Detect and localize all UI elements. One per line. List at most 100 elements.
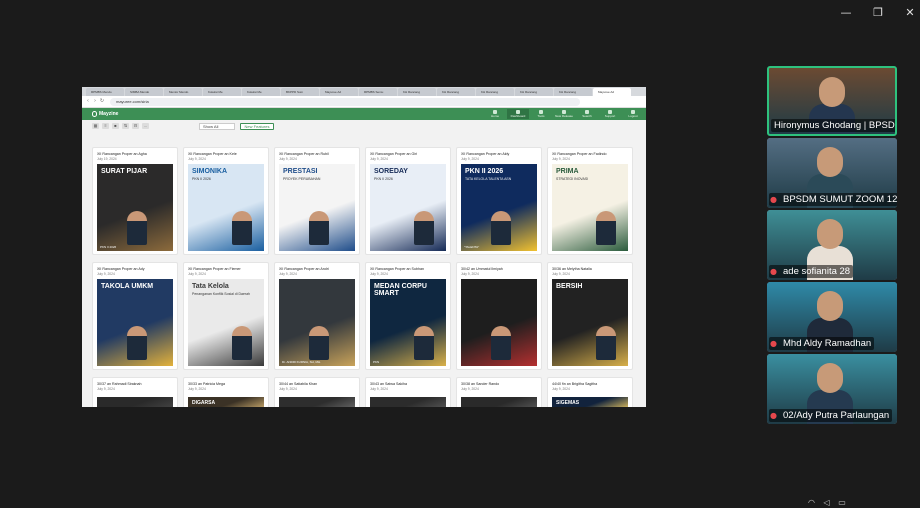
publication-card[interactable]: 44/40 fin an Brigitha Sagitha July 9, 202… — [547, 377, 633, 407]
back-icon[interactable]: ‹ — [85, 98, 91, 105]
publication-card[interactable]: XII Rancangan Proper an Ady July 9, 2024 T… — [92, 262, 178, 370]
participant-tile[interactable]: Mhd Aldy Ramadhan ● — [767, 282, 897, 352]
publication-card[interactable]: XII Rancangan Proper an Giri July 9, 2024… — [365, 147, 451, 255]
nav-item-logout[interactable]: Logout — [622, 109, 644, 119]
publication-card[interactable]: 30/42 an Ummatul Ilmiyah July 9, 2024 — [456, 262, 542, 370]
card-title[interactable]: 30/42 an Ummatul Ilmiyah — [461, 267, 541, 271]
browser-tab[interactable]: KH Rancang — [437, 88, 475, 96]
forward-icon[interactable]: › — [92, 98, 98, 105]
volume-icon[interactable]: ◁ — [824, 498, 830, 507]
sort-icon[interactable]: ⇅ — [122, 123, 129, 129]
card-cover[interactable] — [279, 397, 355, 407]
card-title[interactable]: XII Rancangan Proper an Fadindo — [552, 152, 632, 156]
card-title[interactable]: XII Rancangan Proper an Andri — [279, 267, 359, 271]
nav-item-tools[interactable]: Tools — [530, 109, 552, 119]
publication-card[interactable]: XII Rancangan Proper an Agha July 19, 202… — [92, 147, 178, 255]
browser-tab[interactable]: KH Rancang — [398, 88, 436, 96]
publication-card[interactable]: 30/43 an Satwa Sakiha July 9, 2024 — [365, 377, 451, 407]
card-title[interactable]: 30/43 an Satwa Sakiha — [370, 382, 450, 386]
card-title[interactable]: XII Rancangan Proper an Kele — [188, 152, 268, 156]
publication-card[interactable]: XII Rancangan Proper an Fiemer July 9, 20… — [183, 262, 269, 370]
card-title[interactable]: XII Rancangan Proper an Subhan — [370, 267, 450, 271]
reload-icon[interactable]: ↻ — [99, 98, 105, 105]
card-title[interactable]: XII Rancangan Proper an Agha — [97, 152, 177, 156]
card-cover[interactable]: SIGEMAS — [552, 397, 628, 407]
card-cover[interactable]: Dr. ANDRI KURNIA, SH, MH. — [279, 279, 355, 366]
browser-tab[interactable]: Koleksi Me — [242, 88, 280, 96]
card-cover[interactable]: MEDAN CORPU SMART PKN — [370, 279, 446, 366]
card-cover[interactable] — [461, 397, 537, 407]
browser-tab[interactable]: SIMBA Mendo — [125, 88, 163, 96]
card-cover[interactable]: PRESTASI PROYEK PERUBAHAN — [279, 164, 355, 251]
card-title[interactable]: XII Rancangan Proper an Giri — [370, 152, 450, 156]
cover-person-photo — [596, 211, 616, 245]
publication-card[interactable]: XII Rancangan Proper an Rubil July 9, 202… — [274, 147, 360, 255]
card-title[interactable]: 44/40 fin an Brigitha Sagitha — [552, 382, 632, 386]
minimize-icon[interactable]: — — [838, 6, 854, 20]
card-title[interactable]: XII Rancangan Proper an Rubil — [279, 152, 359, 156]
publication-card[interactable]: XII Rancangan Proper an Fadindo July 9, 2… — [547, 147, 633, 255]
wifi-icon[interactable]: ◠ — [808, 498, 815, 507]
large-view-icon[interactable]: ■ — [112, 123, 119, 129]
nav-item-dashboard[interactable]: Dashboard — [507, 109, 529, 119]
card-cover[interactable] — [97, 397, 173, 407]
site-logo[interactable]: Mayzine — [92, 110, 118, 118]
close-icon[interactable]: ✕ — [902, 6, 918, 20]
publication-card[interactable]: 30/44 an Satiabila Khan July 9, 2024 — [274, 377, 360, 407]
card-title[interactable]: 30/44 an Satiabila Khan — [279, 382, 359, 386]
filter-icon[interactable]: ⊟ — [132, 123, 139, 129]
publication-card[interactable]: XII Rancangan Proper an Kele July 9, 2024… — [183, 147, 269, 255]
browser-tab[interactable]: RPMBS Mendo — [86, 88, 124, 96]
card-title[interactable]: 30/33 an Patricia Mega — [188, 382, 268, 386]
card-cover[interactable] — [461, 279, 537, 366]
card-cover[interactable] — [370, 397, 446, 407]
publication-card[interactable]: 30/38 an Sander Rando July 9, 2024 — [456, 377, 542, 407]
participant-tile[interactable]: Hironymus Ghodang | BPSD... — [767, 66, 897, 136]
browser-tab[interactable]: RPMBS Semu — [359, 88, 397, 96]
battery-icon[interactable]: ▭ — [838, 498, 846, 507]
card-title[interactable]: 30/37 an Rahmadi Siraknah — [97, 382, 177, 386]
publication-card[interactable]: 30/37 an Rahmadi Siraknah July 9, 2024 — [92, 377, 178, 407]
restore-icon[interactable]: ❐ — [870, 6, 886, 20]
card-title[interactable]: 30/36 an Melytha Natalia — [552, 267, 632, 271]
browser-tab[interactable]: Mayuree Ad — [593, 88, 631, 96]
browser-tab[interactable]: Mentor Mendo — [164, 88, 202, 96]
browser-tab[interactable]: BKPPD Sum — [281, 88, 319, 96]
participant-tile[interactable]: 02/Ady Putra Parlaungan ● — [767, 354, 897, 424]
url-field[interactable]: mayuree.com/siria — [110, 98, 580, 106]
card-cover[interactable]: BERSIH — [552, 279, 628, 366]
filter-select[interactable]: Show All — [199, 123, 235, 130]
card-cover[interactable]: SOREDAY PKN II 2026 — [370, 164, 446, 251]
publication-card[interactable]: XII Rancangan Proper an Aldy July 9, 2024… — [456, 147, 542, 255]
publication-card[interactable]: 30/36 an Melytha Natalia July 9, 2024 BERS… — [547, 262, 633, 370]
new-features-button[interactable]: New Features — [240, 123, 274, 130]
card-title[interactable]: XII Rancangan Proper an Aldy — [461, 152, 541, 156]
card-title[interactable]: XII Rancangan Proper an Ady — [97, 267, 177, 271]
card-title[interactable]: XII Rancangan Proper an Fiemer — [188, 267, 268, 271]
card-cover[interactable]: DIGARSA — [188, 397, 264, 407]
card-title[interactable]: 30/38 an Sander Rando — [461, 382, 541, 386]
nav-item-search[interactable]: Search — [576, 109, 598, 119]
nav-item-support[interactable]: Support — [599, 109, 621, 119]
browser-tab[interactable]: KH Rancang — [476, 88, 514, 96]
list-view-icon[interactable]: ≡ — [102, 123, 109, 129]
browser-tab[interactable]: Mayuree Ad — [320, 88, 358, 96]
grid-view-icon[interactable]: ▦ — [92, 123, 99, 129]
card-cover[interactable]: Tata Kelola Penanganan Konflik Sosial di … — [188, 279, 264, 366]
card-cover[interactable]: PKN II 2026 TATA KELOLA TALENTA ASN "TALEN… — [461, 164, 537, 251]
participant-tile[interactable]: BPSDM SUMUT ZOOM 12 ● — [767, 138, 897, 208]
card-cover[interactable]: SIMONIKA PKN II 2026 — [188, 164, 264, 251]
card-cover[interactable]: PRIMA STRATEGI INOVASI — [552, 164, 628, 251]
card-cover[interactable]: TAKOLA UMKM — [97, 279, 173, 366]
publication-card[interactable]: 30/33 an Patricia Mega July 9, 2024 DIGARS… — [183, 377, 269, 407]
publication-card[interactable]: XII Rancangan Proper an Subhan July 9, 20… — [365, 262, 451, 370]
nav-item-home[interactable]: Home — [484, 109, 506, 119]
publication-card[interactable]: XII Rancangan Proper an Andri July 9, 202… — [274, 262, 360, 370]
browser-tab[interactable]: KH Rancang — [515, 88, 553, 96]
browser-tab[interactable]: Koleksi Me — [203, 88, 241, 96]
participant-tile[interactable]: ade sofianita 28 ● — [767, 210, 897, 280]
nav-item-new-release[interactable]: New Release — [553, 109, 575, 119]
browser-tab[interactable]: KH Rancang — [554, 88, 592, 96]
card-cover[interactable]: SURAT PIJAR PKN II 2026 — [97, 164, 173, 251]
more-icon[interactable]: … — [142, 123, 149, 129]
